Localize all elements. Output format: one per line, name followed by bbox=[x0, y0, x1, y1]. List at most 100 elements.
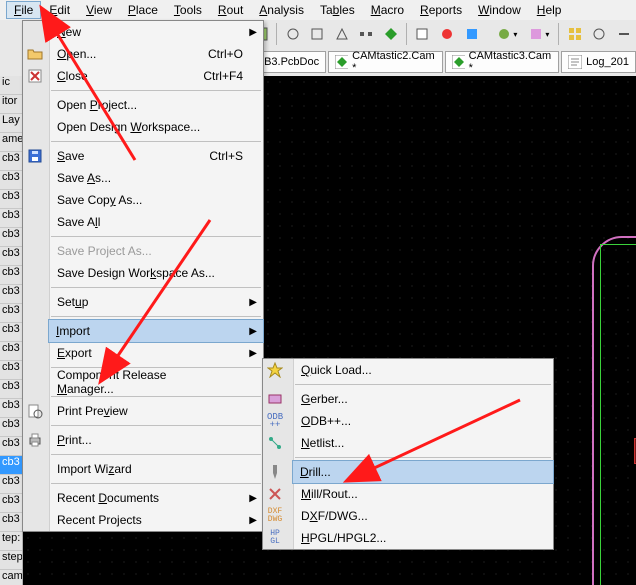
leftcol-row[interactable]: cb3 bbox=[0, 209, 22, 228]
toolbar-btn[interactable] bbox=[330, 22, 353, 46]
menu-item-recent-projects[interactable]: Recent Projects▶ bbox=[49, 509, 263, 531]
leftcol-row[interactable]: cb3 bbox=[0, 323, 22, 342]
toolbar-btn[interactable] bbox=[281, 22, 304, 46]
menu-item-setup[interactable]: Setup▶ bbox=[49, 291, 263, 313]
menu-help[interactable]: Help bbox=[529, 1, 570, 19]
leftcol-row[interactable]: cb3 bbox=[0, 475, 22, 494]
leftcol-row[interactable]: cb3 bbox=[0, 380, 22, 399]
menu-item-new[interactable]: New▶ bbox=[49, 21, 263, 43]
toolbar-btn[interactable] bbox=[411, 22, 434, 46]
menu-separator bbox=[295, 457, 551, 458]
doc-tab[interactable]: CAMtastic2.Cam * bbox=[328, 51, 443, 73]
toolbar-btn[interactable] bbox=[563, 22, 586, 46]
preview-icon bbox=[27, 403, 43, 419]
menu-place[interactable]: Place bbox=[120, 1, 166, 19]
leftcol-row[interactable]: cb3 bbox=[0, 342, 22, 361]
menu-item-print-preview[interactable]: Print Preview bbox=[49, 400, 263, 422]
doc-tab[interactable]: Log_201 bbox=[561, 51, 636, 73]
menubar: FileEditViewPlaceToolsRoutAnalysisTables… bbox=[0, 0, 636, 21]
menu-item-hpgl-hpgl2[interactable]: HPGLHPGL/HPGL2... bbox=[293, 527, 553, 549]
submenu-arrow-icon: ▶ bbox=[249, 297, 257, 308]
menu-item-save-all[interactable]: Save All bbox=[49, 211, 263, 233]
menu-separator bbox=[51, 396, 261, 397]
menu-item-label: Save As... bbox=[57, 171, 111, 185]
menu-item-gerber[interactable]: Gerber... bbox=[293, 388, 553, 410]
menu-shortcut: Ctrl+S bbox=[209, 149, 243, 163]
leftcol-row[interactable]: cb3 bbox=[0, 456, 22, 475]
menu-item-save-design-workspace-as[interactable]: Save Design Workspace As... bbox=[49, 262, 263, 284]
menu-window[interactable]: Window bbox=[470, 1, 529, 19]
hp-icon: HPGL bbox=[267, 530, 283, 546]
menu-item-label: ODB++... bbox=[301, 414, 351, 428]
menu-tools[interactable]: Tools bbox=[166, 1, 210, 19]
menu-item-drill[interactable]: Drill... bbox=[292, 460, 554, 484]
toolbar-dropdown[interactable]: ▾ bbox=[524, 22, 554, 46]
leftcol-row[interactable]: cb3 bbox=[0, 418, 22, 437]
toolbar-btn[interactable] bbox=[588, 22, 611, 46]
menu-item-label: Drill... bbox=[300, 465, 331, 479]
toolbar-btn[interactable] bbox=[380, 22, 403, 46]
leftcol-row[interactable]: Lay bbox=[0, 114, 22, 133]
menu-item-netlist[interactable]: Netlist... bbox=[293, 432, 553, 454]
leftcol-row[interactable]: cb3 bbox=[0, 228, 22, 247]
menu-macro[interactable]: Macro bbox=[363, 1, 412, 19]
leftcol-row[interactable]: cb3 bbox=[0, 152, 22, 171]
menu-reports[interactable]: Reports bbox=[412, 1, 470, 19]
menu-item-component-release-manager[interactable]: Component Release Manager... bbox=[49, 371, 263, 393]
menu-item-import-wizard[interactable]: Import Wizard bbox=[49, 458, 263, 480]
menu-item-open-design-workspace[interactable]: Open Design Workspace... bbox=[49, 116, 263, 138]
menu-rout[interactable]: Rout bbox=[210, 1, 251, 19]
menu-item-label: Netlist... bbox=[301, 436, 344, 450]
menu-separator bbox=[51, 287, 261, 288]
mr-icon bbox=[267, 486, 283, 502]
print-icon bbox=[27, 432, 43, 448]
leftcol-row[interactable]: cb3 bbox=[0, 190, 22, 209]
menu-item-save-as[interactable]: Save As... bbox=[49, 167, 263, 189]
leftcol-row[interactable]: cb3 bbox=[0, 304, 22, 323]
leftcol-row[interactable]: cb3 bbox=[0, 399, 22, 418]
menu-item-label: Save All bbox=[57, 215, 100, 229]
doc-tab[interactable]: CAMtastic3.Cam * bbox=[445, 51, 560, 73]
menu-item-print[interactable]: Print... bbox=[49, 429, 263, 451]
toolbar-dropdown[interactable]: ▾ bbox=[492, 22, 522, 46]
menu-tables[interactable]: Tables bbox=[312, 1, 363, 19]
toolbar-btn[interactable] bbox=[460, 22, 483, 46]
menu-item-open[interactable]: Open...Ctrl+O bbox=[49, 43, 263, 65]
toolbar-btn[interactable] bbox=[355, 22, 378, 46]
menu-item-label: Save Design Workspace As... bbox=[57, 266, 215, 280]
menu-edit[interactable]: Edit bbox=[41, 1, 78, 19]
leftcol-row[interactable]: cb3 bbox=[0, 494, 22, 513]
menu-file[interactable]: File bbox=[6, 1, 41, 19]
toolbar-btn[interactable] bbox=[306, 22, 329, 46]
menu-item-dxf-dwg[interactable]: DXFDWGDXF/DWG... bbox=[293, 505, 553, 527]
menu-item-mill-rout[interactable]: Mill/Rout... bbox=[293, 483, 553, 505]
toolbar-btn[interactable] bbox=[612, 22, 635, 46]
menu-item-close[interactable]: CloseCtrl+F4 bbox=[49, 65, 263, 87]
menu-shortcut: Ctrl+F4 bbox=[203, 69, 243, 83]
menu-view[interactable]: View bbox=[78, 1, 120, 19]
menu-item-label: Print... bbox=[57, 433, 92, 447]
leftcol-row[interactable]: cb3 bbox=[0, 361, 22, 380]
menu-item-recent-documents[interactable]: Recent Documents▶ bbox=[49, 487, 263, 509]
menu-item-export[interactable]: Export▶ bbox=[49, 342, 263, 364]
leftcol-row[interactable]: cb3 bbox=[0, 285, 22, 304]
toolbar-btn[interactable] bbox=[436, 22, 459, 46]
menu-item-open-project[interactable]: Open Project... bbox=[49, 94, 263, 116]
menu-item-odb[interactable]: ODB++ODB++... bbox=[293, 410, 553, 432]
leftcol-header: ic bbox=[0, 76, 22, 95]
menu-analysis[interactable]: Analysis bbox=[251, 1, 312, 19]
menu-item-label: Import Wizard bbox=[57, 462, 132, 476]
menu-item-quick-load[interactable]: Quick Load... bbox=[293, 359, 553, 381]
menu-item-label: Component Release Manager... bbox=[57, 368, 223, 396]
menu-item-save-copy-as[interactable]: Save Copy As... bbox=[49, 189, 263, 211]
menu-separator bbox=[51, 236, 261, 237]
leftcol-row[interactable]: cb3 bbox=[0, 266, 22, 285]
leftcol-row[interactable]: cb3 bbox=[0, 247, 22, 266]
leftcol-row[interactable]: ame bbox=[0, 133, 22, 152]
leftcol-row[interactable]: cb3 bbox=[0, 171, 22, 190]
leftcol-row[interactable]: cb3 bbox=[0, 437, 22, 456]
save-icon bbox=[27, 148, 43, 164]
menu-item-save[interactable]: SaveCtrl+S bbox=[49, 145, 263, 167]
leftcol-row[interactable]: cb3 bbox=[0, 513, 22, 532]
menu-item-import[interactable]: Import▶ bbox=[48, 319, 264, 343]
